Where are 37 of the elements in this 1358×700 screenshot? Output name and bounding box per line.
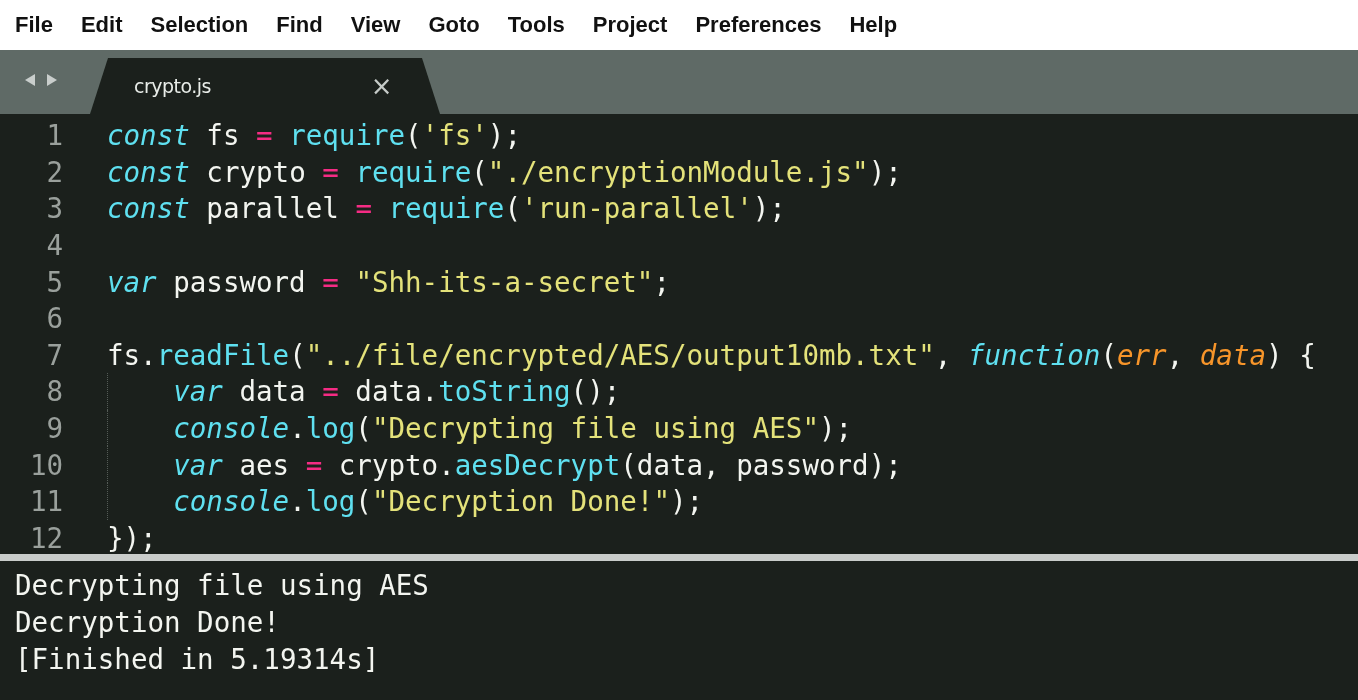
close-button[interactable]: × [370, 71, 392, 101]
line-number: 3 [45, 192, 63, 225]
line-number: 11 [28, 485, 63, 518]
menu-item[interactable]: Help [849, 12, 898, 38]
line-number: 9 [45, 412, 63, 445]
menu-item[interactable]: Goto [428, 12, 480, 38]
code-line: console.log("Decryption Done!"); [173, 485, 704, 518]
code-line: const fs = require('fs'); [107, 119, 521, 152]
line-number: 5 [45, 265, 63, 298]
code-line: var data = data.toString(); [173, 375, 621, 408]
code-line: var password = "Shh-its-a-secret"; [107, 265, 670, 298]
code-line: var aes = crypto.aesDecrypt(data, password); [173, 448, 902, 481]
line-number: 4 [45, 229, 63, 262]
menu-item[interactable]: File [15, 12, 53, 38]
menu-item[interactable]: Selection [150, 12, 249, 38]
line-number: 8 [45, 375, 63, 408]
output-line: Decrypting file using AES [15, 569, 429, 603]
code-line: fs.readFile("../file/encrypted/AES/output10mb.txt", function(err, data) { [107, 338, 1316, 371]
line-number: 6 [45, 302, 63, 335]
menu-item[interactable]: Tools [507, 12, 565, 38]
code-line: const parallel = require('run-parallel'); [107, 192, 786, 225]
code-line: }); [107, 521, 157, 554]
output-line: [Finished in 5.19314s] [15, 643, 380, 677]
menu-item[interactable]: Edit [80, 12, 123, 38]
menu-item[interactable]: Project [592, 12, 668, 38]
menu-item[interactable]: Preferences [695, 12, 822, 38]
code-line: const crypto = require("./encryptionModule.js"); [107, 155, 902, 188]
line-number: 10 [28, 448, 63, 481]
code-line: console.log("Decrypting file using AES"); [173, 412, 853, 445]
line-number: 1 [45, 119, 63, 152]
output-line: Decryption Done! [15, 606, 280, 640]
menu-item[interactable]: Find [276, 12, 323, 38]
line-number: 2 [45, 155, 63, 188]
line-number: 12 [28, 521, 63, 554]
line-number: 7 [45, 338, 63, 371]
file-tab[interactable]: crypto.js × [90, 58, 440, 114]
menu-item[interactable]: View [350, 12, 401, 38]
